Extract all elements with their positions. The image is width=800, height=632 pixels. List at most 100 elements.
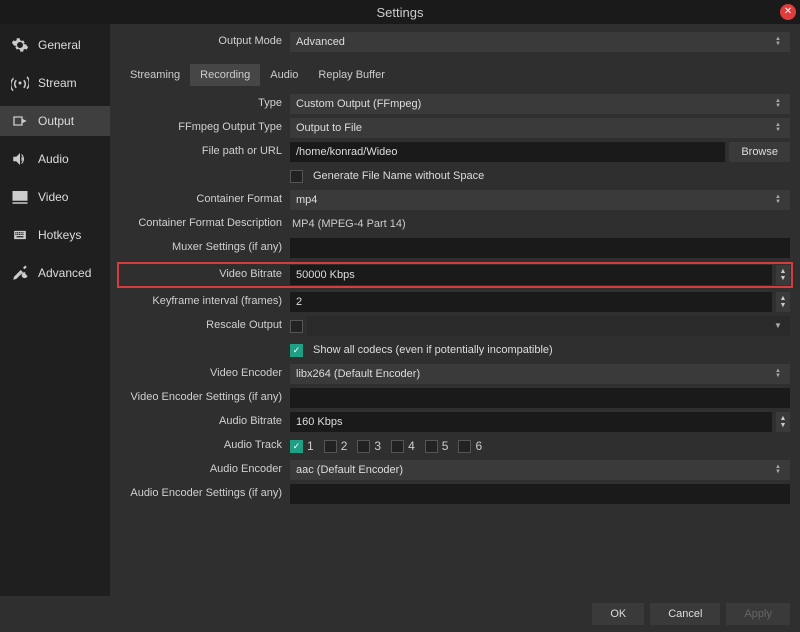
ffmpeg-output-type-value: Output to File (296, 122, 362, 134)
rescale-output-label: Rescale Output (120, 319, 290, 332)
sidebar-item-stream[interactable]: Stream (0, 68, 110, 98)
monitor-icon (10, 189, 30, 205)
video-encoder-select[interactable]: libx264 (Default Encoder) ▲▼ (290, 364, 790, 384)
footer: OK Cancel Apply (0, 596, 800, 632)
sidebar: General Stream Output Audio Video Hotkey… (0, 24, 110, 596)
video-encoder-settings-row: Video Encoder Settings (if any) (120, 388, 790, 408)
track-label: 2 (341, 439, 348, 453)
type-row: Type Custom Output (FFmpeg) ▲▼ (120, 94, 790, 114)
track-label: 1 (307, 439, 314, 453)
tab-streaming[interactable]: Streaming (120, 64, 190, 86)
apply-button[interactable]: Apply (726, 603, 790, 625)
keyframe-interval-value: 2 (296, 296, 302, 308)
video-bitrate-value: 50000 Kbps (296, 269, 355, 281)
rescale-output-checkbox[interactable] (290, 320, 303, 333)
show-all-codecs-row: ✓ Show all codecs (even if potentially i… (120, 340, 790, 360)
output-mode-row: Output Mode Advanced ▲▼ (120, 32, 790, 52)
audio-bitrate-value: 160 Kbps (296, 416, 342, 428)
show-all-codecs-label: Show all codecs (even if potentially inc… (313, 344, 553, 356)
audio-track-6-checkbox[interactable] (458, 440, 471, 453)
audio-track-2-checkbox[interactable] (324, 440, 337, 453)
type-value: Custom Output (FFmpeg) (296, 98, 421, 110)
output-tabs: Streaming Recording Audio Replay Buffer (120, 64, 790, 86)
container-format-desc-value: MP4 (MPEG-4 Part 14) (290, 218, 406, 230)
tab-replay-buffer[interactable]: Replay Buffer (308, 64, 394, 86)
sidebar-item-video[interactable]: Video (0, 182, 110, 212)
audio-encoder-row: Audio Encoder aac (Default Encoder) ▲▼ (120, 460, 790, 480)
audio-track-5-checkbox[interactable] (425, 440, 438, 453)
file-path-value: /home/konrad/Wideo (296, 146, 398, 158)
keyframe-interval-row: Keyframe interval (frames) 2 ▲▼ (120, 292, 790, 312)
container-format-label: Container Format (120, 193, 290, 206)
sidebar-item-label: Stream (38, 76, 77, 90)
generate-filename-checkbox[interactable] (290, 170, 303, 183)
rescale-output-select[interactable]: ▼ (307, 316, 790, 336)
ok-button[interactable]: OK (592, 603, 644, 625)
keyframe-interval-input[interactable]: 2 (290, 292, 772, 312)
audio-track-row: Audio Track ✓1 2 3 4 5 6 (120, 436, 790, 456)
keyframe-interval-label: Keyframe interval (frames) (120, 295, 290, 308)
sidebar-item-label: Hotkeys (38, 228, 81, 242)
keyboard-icon (10, 227, 30, 243)
output-mode-label: Output Mode (120, 35, 290, 48)
audio-encoder-label: Audio Encoder (120, 463, 290, 476)
audio-encoder-settings-input[interactable] (290, 484, 790, 504)
output-mode-select[interactable]: Advanced ▲▼ (290, 32, 790, 52)
video-encoder-settings-input[interactable] (290, 388, 790, 408)
browse-button[interactable]: Browse (729, 142, 790, 162)
window-title: Settings (377, 5, 424, 20)
container-format-select[interactable]: mp4 ▲▼ (290, 190, 790, 210)
audio-track-3-checkbox[interactable] (357, 440, 370, 453)
audio-track-label: Audio Track (120, 439, 290, 452)
track-label: 3 (374, 439, 381, 453)
sidebar-item-audio[interactable]: Audio (0, 144, 110, 174)
generate-filename-row: Generate File Name without Space (120, 166, 790, 186)
generate-filename-label: Generate File Name without Space (313, 170, 484, 182)
video-bitrate-spinner[interactable]: ▲▼ (776, 265, 790, 285)
video-encoder-settings-label: Video Encoder Settings (if any) (120, 391, 290, 404)
tab-audio[interactable]: Audio (260, 64, 308, 86)
updown-icon: ▲▼ (772, 37, 784, 47)
audio-track-1-checkbox[interactable]: ✓ (290, 440, 303, 453)
container-format-desc-row: Container Format Description MP4 (MPEG-4… (120, 214, 790, 234)
speaker-icon (10, 151, 30, 167)
sidebar-item-label: Output (38, 114, 74, 128)
updown-icon: ▲▼ (772, 195, 784, 205)
ffmpeg-output-type-row: FFmpeg Output Type Output to File ▲▼ (120, 118, 790, 138)
close-icon[interactable]: ✕ (780, 4, 796, 20)
audio-bitrate-label: Audio Bitrate (120, 415, 290, 428)
type-label: Type (120, 97, 290, 110)
keyframe-interval-spinner[interactable]: ▲▼ (776, 292, 790, 312)
output-icon (10, 113, 30, 129)
sidebar-item-label: General (38, 38, 81, 52)
audio-encoder-value: aac (Default Encoder) (296, 464, 403, 476)
rescale-output-row: Rescale Output ▼ (120, 316, 790, 336)
sidebar-item-general[interactable]: General (0, 30, 110, 60)
sidebar-item-output[interactable]: Output (0, 106, 110, 136)
video-bitrate-input[interactable]: 50000 Kbps (290, 265, 772, 285)
video-encoder-value: libx264 (Default Encoder) (296, 368, 420, 380)
container-format-value: mp4 (296, 194, 317, 206)
sidebar-item-hotkeys[interactable]: Hotkeys (0, 220, 110, 250)
muxer-settings-input[interactable] (290, 238, 790, 258)
audio-bitrate-input[interactable]: 160 Kbps (290, 412, 772, 432)
updown-icon: ▲▼ (772, 465, 784, 475)
track-label: 5 (442, 439, 449, 453)
updown-icon: ▲▼ (772, 99, 784, 109)
video-bitrate-label: Video Bitrate (120, 268, 290, 281)
show-all-codecs-checkbox[interactable]: ✓ (290, 344, 303, 357)
antenna-icon (10, 75, 30, 91)
ffmpeg-output-type-select[interactable]: Output to File ▲▼ (290, 118, 790, 138)
track-label: 6 (475, 439, 482, 453)
tab-recording[interactable]: Recording (190, 64, 260, 86)
sidebar-item-advanced[interactable]: Advanced (0, 258, 110, 288)
type-select[interactable]: Custom Output (FFmpeg) ▲▼ (290, 94, 790, 114)
audio-bitrate-spinner[interactable]: ▲▼ (776, 412, 790, 432)
audio-track-4-checkbox[interactable] (391, 440, 404, 453)
audio-encoder-select[interactable]: aac (Default Encoder) ▲▼ (290, 460, 790, 480)
output-mode-value: Advanced (296, 36, 345, 48)
content-panel: Output Mode Advanced ▲▼ Streaming Record… (110, 24, 800, 596)
audio-encoder-settings-row: Audio Encoder Settings (if any) (120, 484, 790, 504)
file-path-input[interactable]: /home/konrad/Wideo (290, 142, 725, 162)
cancel-button[interactable]: Cancel (650, 603, 720, 625)
